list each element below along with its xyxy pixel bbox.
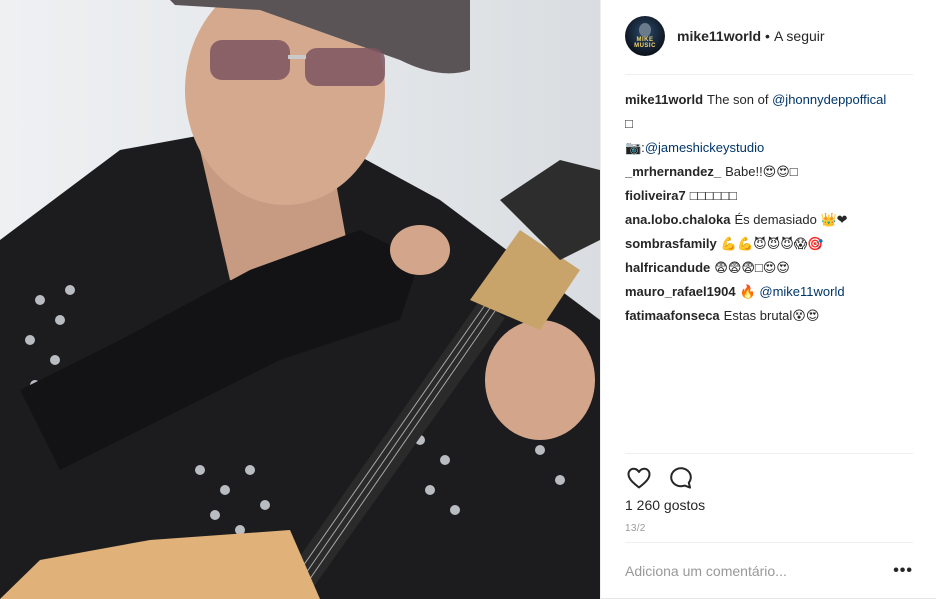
comment-button[interactable] bbox=[667, 464, 695, 492]
comment-text: 💪💪😈😈😈😱🎯 bbox=[720, 236, 824, 251]
comment-username[interactable]: halfricandude bbox=[625, 260, 710, 275]
like-button[interactable] bbox=[625, 464, 653, 492]
comment-text: És demasiado 👑❤ bbox=[734, 212, 848, 227]
comment-item: mauro_rafael1904 🔥 @mike11world bbox=[625, 280, 913, 304]
heart-icon bbox=[627, 467, 651, 489]
avatar[interactable]: MIKE MUSIC bbox=[625, 15, 665, 56]
add-comment-input[interactable] bbox=[625, 562, 875, 579]
post-date: 13/2 bbox=[625, 523, 646, 534]
post-photo[interactable] bbox=[0, 0, 600, 599]
comment-text: 😨😨😨□😍😍 bbox=[714, 260, 790, 275]
caption-mention[interactable]: @jhonnydeppoffical bbox=[772, 92, 886, 107]
comment-item: _mrhernandez_ Babe!!😍😍□ bbox=[625, 160, 913, 184]
comment-item: halfricandude 😨😨😨□😍😍 bbox=[625, 256, 913, 280]
comment-text: Babe!!😍😍□ bbox=[725, 164, 798, 179]
comment-text: Estas brutal😵😍 bbox=[723, 308, 820, 323]
add-comment-bar: ••• bbox=[625, 542, 913, 598]
instagram-post: MIKE MUSIC mike11world • A seguir mike11… bbox=[0, 0, 936, 599]
comment-item: sombrasfamily 💪💪😈😈😈😱🎯 bbox=[625, 232, 913, 256]
comment-item: fatimaafonseca Estas brutal😵😍 bbox=[625, 304, 913, 328]
likes-count[interactable]: 1 260 gostos bbox=[625, 497, 705, 513]
caption-line-2: □ bbox=[625, 116, 633, 131]
header-separator: • bbox=[765, 27, 770, 44]
comment-username[interactable]: fatimaafonseca bbox=[625, 308, 720, 323]
comment-text: 🔥 bbox=[739, 284, 756, 299]
caption: mike11world The son of @jhonnydeppoffical bbox=[625, 88, 913, 112]
caption-username[interactable]: mike11world bbox=[625, 92, 703, 107]
camera-icon: 📷: bbox=[625, 140, 645, 155]
comment-mention[interactable]: @mike11world bbox=[759, 284, 844, 299]
post-side-panel: MIKE MUSIC mike11world • A seguir mike11… bbox=[600, 0, 936, 599]
avatar-text: MIKE MUSIC bbox=[634, 36, 656, 49]
post-actions bbox=[625, 453, 913, 493]
caption-text: The son of bbox=[707, 92, 769, 107]
comment-username[interactable]: ana.lobo.chaloka bbox=[625, 212, 730, 227]
post-header: MIKE MUSIC mike11world • A seguir bbox=[625, 15, 913, 75]
comments-list: mike11world The son of @jhonnydeppoffical… bbox=[625, 88, 913, 328]
credit-mention[interactable]: @jameshickeystudio bbox=[645, 140, 764, 155]
following-button[interactable]: A seguir bbox=[774, 28, 825, 44]
caption-credit: 📷:@jameshickeystudio bbox=[625, 136, 913, 160]
comment-item: fioliveira7 □□□□□□ bbox=[625, 184, 913, 208]
post-photo-illustration bbox=[0, 0, 600, 599]
comment-item: ana.lobo.chaloka És demasiado 👑❤ bbox=[625, 208, 913, 232]
more-options-icon[interactable]: ••• bbox=[893, 562, 913, 580]
avatar-figure bbox=[639, 22, 651, 37]
comment-username[interactable]: mauro_rafael1904 bbox=[625, 284, 736, 299]
comment-bubble-icon bbox=[670, 467, 692, 489]
comment-text: □□□□□□ bbox=[689, 188, 737, 203]
comment-username[interactable]: sombrasfamily bbox=[625, 236, 717, 251]
comment-username[interactable]: _mrhernandez_ bbox=[625, 164, 721, 179]
post-username[interactable]: mike11world bbox=[677, 28, 761, 44]
comment-username[interactable]: fioliveira7 bbox=[625, 188, 686, 203]
